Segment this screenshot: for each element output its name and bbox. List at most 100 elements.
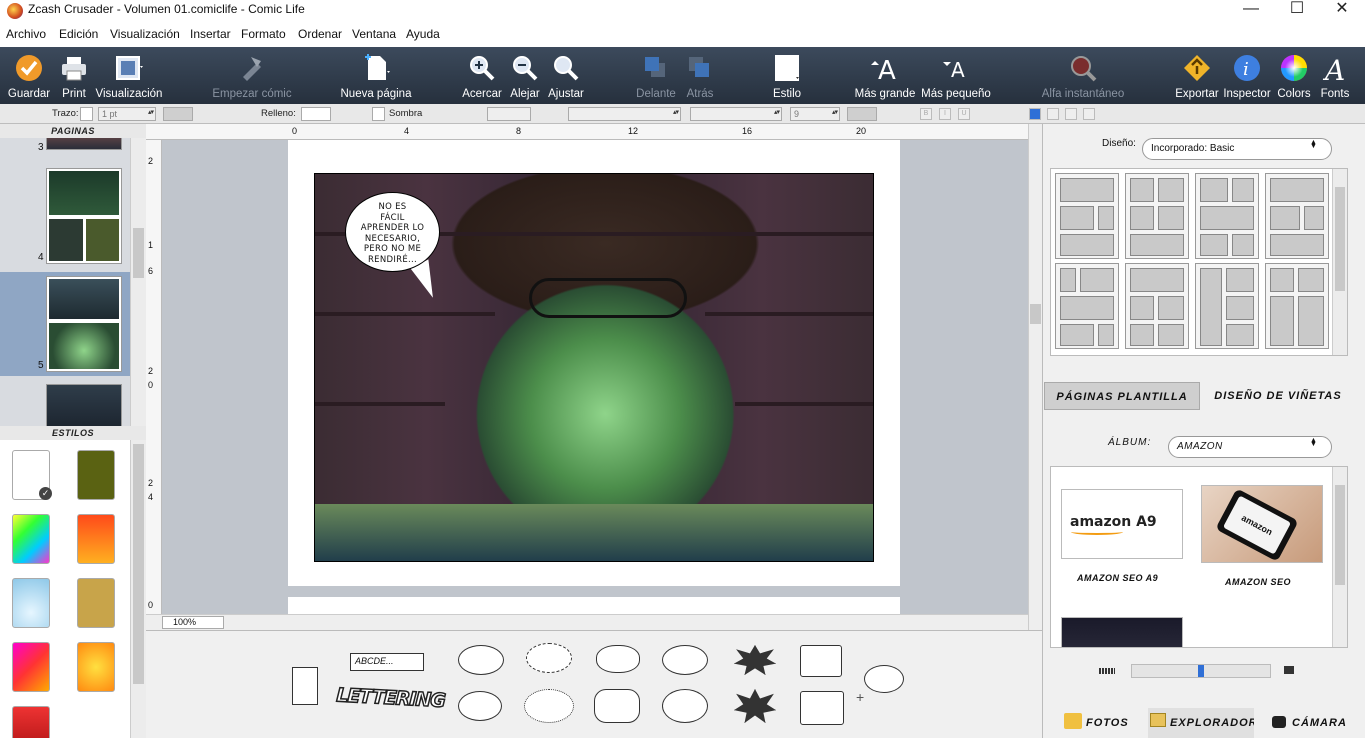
style-swatch-gold[interactable] [77,578,115,628]
album-select[interactable]: AMAZON [1168,436,1332,458]
export-button[interactable]: Exportar [1174,47,1220,104]
style-swatch-rainbow[interactable] [12,514,50,564]
add-balloon[interactable] [864,665,904,693]
start-comic-button[interactable]: Empezar cómic [210,47,294,104]
box-balloon[interactable] [800,691,844,725]
close-button[interactable]: ✕ [1319,0,1365,22]
bring-front-button[interactable]: Delante [632,47,680,104]
canvas-vertical-scrollbar[interactable] [1028,124,1042,630]
stroke-color-well[interactable] [80,107,93,121]
menu-edicion[interactable]: Edición [59,27,98,41]
thumb-size-slider[interactable] [1131,664,1271,678]
template-3[interactable] [1195,173,1259,259]
template-scrollbar[interactable] [1332,169,1347,355]
align-justify-button[interactable] [1083,108,1095,120]
text-color-well[interactable] [847,107,877,121]
gradient-select[interactable] [487,107,531,121]
thought-balloon[interactable] [596,645,640,673]
style-swatch-magenta[interactable] [12,642,50,692]
bigger-text-button[interactable]: A Más grande [854,47,916,104]
send-back-button[interactable]: Atrás [680,47,720,104]
zoom-select[interactable]: 100% [162,616,224,629]
zoom-in-button[interactable]: Acercar [460,47,504,104]
album-scrollbar[interactable] [1332,467,1347,647]
fit-button[interactable]: Ajustar [545,47,587,104]
menu-ayuda[interactable]: Ayuda [406,27,440,41]
lettering-element[interactable]: LETTERING [335,684,446,723]
caption-box-balloon[interactable] [800,645,842,677]
menu-ordenar[interactable]: Ordenar [298,27,342,41]
colors-button[interactable]: Colors [1274,47,1314,104]
tab-panel-design[interactable]: DISEÑO DE VIÑETAS [1200,382,1356,410]
fill-color-well[interactable] [301,107,331,121]
shout-balloon[interactable] [734,645,776,675]
tab-template-pages[interactable]: PÁGINAS PLANTILLA [1044,382,1200,410]
font-family-select[interactable] [568,107,681,121]
save-button[interactable]: Guardar [4,47,54,104]
comic-page-next[interactable] [288,597,900,614]
template-6[interactable] [1125,263,1189,349]
caption-element[interactable]: ABCDE... [350,653,424,671]
template-2[interactable] [1125,173,1189,259]
view-button[interactable]: Visualización [94,47,164,104]
menu-ventana[interactable]: Ventana [352,27,396,41]
menu-formato[interactable]: Formato [241,27,286,41]
shadow-checkbox[interactable] [372,107,385,121]
stroke-style-well[interactable] [163,107,193,121]
italic-button[interactable]: I [939,108,951,120]
template-7[interactable] [1195,263,1259,349]
photo-apps[interactable] [1061,617,1183,647]
menu-visualizacion[interactable]: Visualización [110,27,180,41]
minimize-button[interactable]: — [1228,0,1274,22]
stroke-width-select[interactable]: 1 pt [98,107,156,121]
page-thumb-5[interactable] [46,276,122,372]
style-swatch-olive[interactable] [77,450,115,500]
photo-amazon-seo[interactable]: amazon [1201,485,1323,563]
photo-amazon-seo-a9[interactable]: amazon A9 [1061,489,1183,559]
large-thumbs-icon[interactable] [1284,666,1294,674]
template-1[interactable] [1055,173,1119,259]
template-8[interactable] [1265,263,1329,349]
maximize-button[interactable]: ☐ [1274,0,1320,22]
style-swatch-sky[interactable] [12,578,50,628]
page-thumb-6[interactable] [46,384,122,426]
inspector-button[interactable]: i Inspector [1222,47,1272,104]
menu-insertar[interactable]: Insertar [190,27,231,41]
template-5[interactable] [1055,263,1119,349]
cloud-balloon[interactable] [662,689,708,723]
menu-archivo[interactable]: Archivo [6,27,46,41]
slider-thumb[interactable] [1198,665,1204,677]
style-swatch-orange[interactable] [77,514,115,564]
speech-balloon-2[interactable] [662,645,708,675]
burst-balloon[interactable] [734,689,776,723]
bold-button[interactable]: B [920,108,932,120]
design-select[interactable]: Incorporado: Basic [1142,138,1332,160]
align-center-button[interactable] [1047,108,1059,120]
instant-alpha-button[interactable]: Alfa instantáneo [1038,47,1128,104]
pages-scrollbar[interactable] [130,138,146,426]
styles-scrollbar[interactable] [130,440,146,738]
style-swatch-sun[interactable] [77,642,115,692]
font-style-select[interactable] [690,107,782,121]
whisper-balloon[interactable] [526,643,572,673]
print-button[interactable]: Print [56,47,92,104]
font-size-select[interactable]: 9 [790,107,840,121]
speech-balloon[interactable] [458,645,504,675]
align-right-button[interactable] [1065,108,1077,120]
whisper-balloon-2[interactable] [524,689,574,723]
fonts-button[interactable]: A Fonts [1316,47,1354,104]
speech-balloon-3[interactable] [458,691,502,721]
underline-button[interactable]: U [958,108,970,120]
template-4[interactable] [1265,173,1329,259]
small-thumbs-icon[interactable] [1099,668,1115,674]
panel-element[interactable] [292,667,318,705]
new-page-button[interactable]: Nueva página [338,47,414,104]
style-button[interactable]: Estilo [766,47,808,104]
page-thumb-3[interactable] [46,138,122,150]
smaller-text-button[interactable]: A Más pequeño [920,47,992,104]
style-swatch-red[interactable] [12,706,50,738]
align-left-button[interactable] [1029,108,1041,120]
zoom-out-button[interactable]: Alejar [506,47,544,104]
rounded-balloon[interactable] [594,689,640,723]
canvas-horizontal-scrollbar[interactable]: 100% [146,614,1028,630]
